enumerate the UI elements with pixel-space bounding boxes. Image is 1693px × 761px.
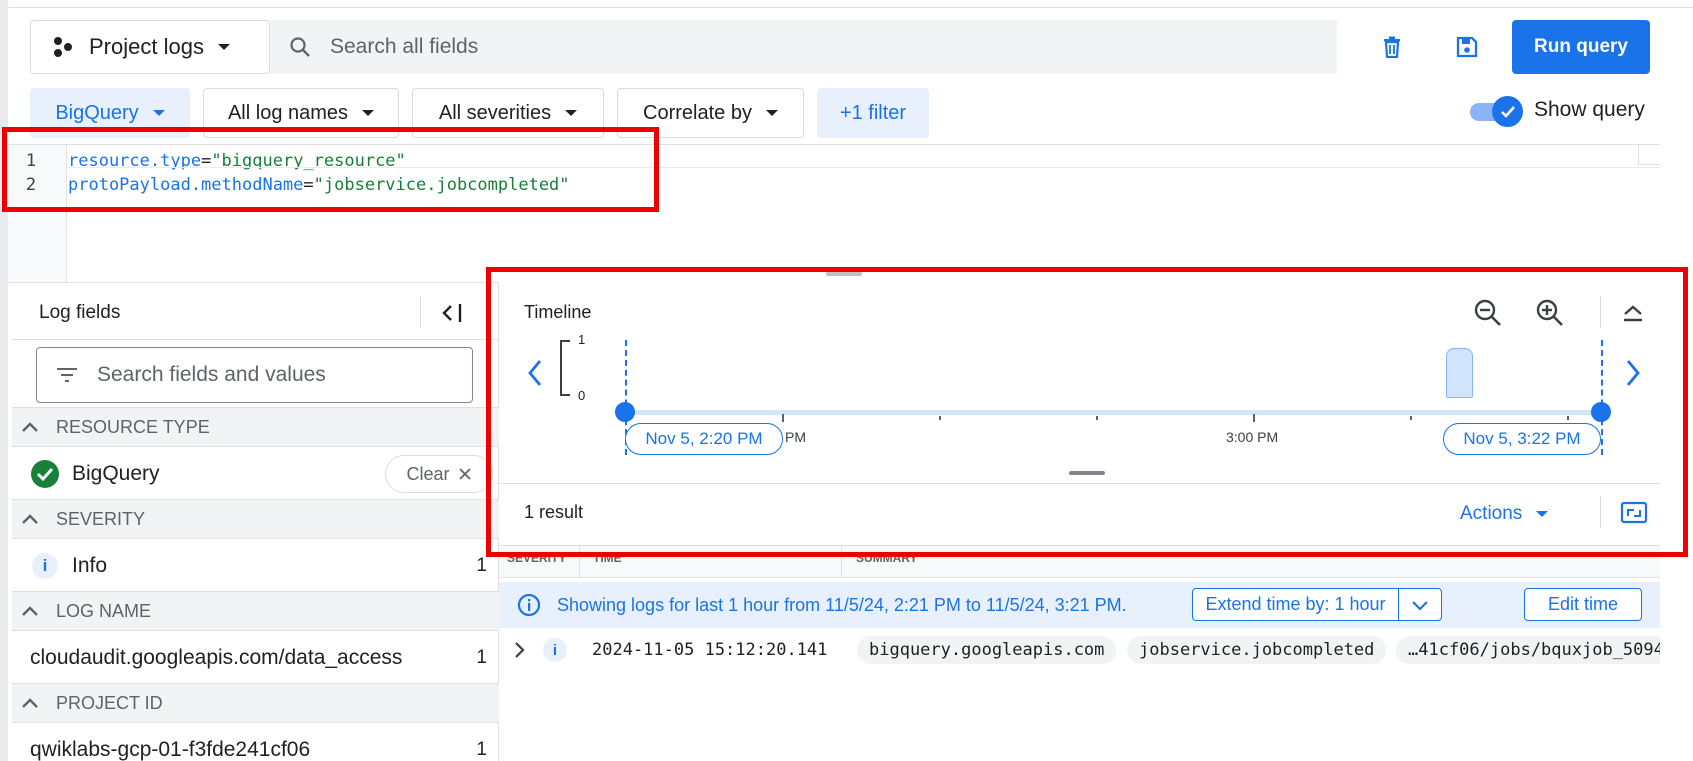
log-fields-title: Log fields	[39, 302, 121, 323]
project-selector[interactable]: Project logs	[30, 20, 270, 74]
summary-chip[interactable]: jobservice.jobcompleted	[1127, 636, 1387, 664]
log-name-row[interactable]: cloudaudit.googleapis.com/data_access 1	[12, 633, 499, 683]
log-names-label: All log names	[227, 101, 349, 124]
banner-text: Showing logs for last 1 hour from 11/5/2…	[557, 594, 1127, 615]
extend-menu-toggle[interactable]	[1399, 599, 1441, 611]
log-name-count: 1	[476, 647, 487, 668]
edit-time-button[interactable]: Edit time	[1524, 588, 1642, 621]
info-outline-icon	[517, 593, 541, 617]
summary-chip[interactable]: bigquery.googleapis.com	[857, 636, 1117, 664]
check-icon	[1500, 105, 1515, 118]
chevron-up-icon	[22, 514, 38, 524]
chevron-down-icon	[152, 110, 165, 116]
resource-type-row[interactable]: BigQuery Clear	[12, 449, 499, 499]
run-query-button[interactable]: Run query	[1512, 20, 1650, 74]
log-timestamp: 2024-11-05 15:12:20.141	[592, 640, 828, 660]
run-query-label: Run query	[1534, 36, 1628, 57]
resource-type-section-header[interactable]: RESOURCE TYPE	[12, 407, 499, 447]
expand-row-button[interactable]	[512, 640, 528, 660]
project-id-value: qwiklabs-gcp-01-f3fde241cf06	[30, 738, 311, 761]
chevron-up-icon	[22, 422, 38, 432]
save-button[interactable]	[1452, 32, 1482, 62]
check-circle-icon	[31, 460, 59, 488]
show-query-label: Show query	[1534, 98, 1645, 121]
search-placeholder: Search all fields	[330, 35, 479, 58]
method-chip-text: jobservice.jobcompleted	[1139, 640, 1375, 660]
log-name-section-header[interactable]: LOG NAME	[12, 591, 499, 631]
more-filter-label: +1 filter	[839, 101, 907, 124]
severity-row[interactable]: i Info 1	[12, 541, 499, 591]
info-icon: i	[32, 553, 58, 579]
log-name-value: cloudaudit.googleapis.com/data_access	[30, 646, 403, 669]
chevron-up-icon	[22, 698, 38, 708]
extend-time-button[interactable]: Extend time by: 1 hour	[1192, 588, 1442, 621]
summary-chip[interactable]: …41cf06/jobs/bquxjob_5094b	[1396, 636, 1660, 664]
project-label: Project logs	[89, 34, 204, 59]
show-query-toggle[interactable]	[1470, 96, 1524, 127]
filter-icon	[57, 368, 77, 382]
editor-scrollbar[interactable]	[1638, 145, 1660, 165]
close-icon	[458, 468, 471, 480]
save-icon	[1456, 36, 1478, 58]
info-severity-icon: i	[543, 638, 567, 662]
project-icon	[54, 37, 72, 57]
chevron-right-icon	[515, 642, 525, 658]
collapse-left-icon	[442, 304, 462, 322]
service-chip-text: bigquery.googleapis.com	[869, 640, 1105, 660]
project-id-row[interactable]: qwiklabs-gcp-01-f3fde241cf06 1	[12, 725, 499, 761]
project-id-section-header[interactable]: PROJECT ID	[12, 683, 499, 723]
more-filter-chip[interactable]: +1 filter	[817, 88, 929, 138]
field-search-input[interactable]: Search fields and values	[36, 347, 473, 403]
clear-chip[interactable]: Clear	[385, 455, 493, 493]
chevron-down-icon	[565, 110, 578, 116]
delete-button[interactable]	[1377, 32, 1407, 62]
window-edge	[0, 0, 8, 761]
toggle-knob	[1492, 96, 1523, 127]
top-border	[8, 0, 1693, 8]
severities-label: All severities	[438, 101, 552, 124]
severity-section-header[interactable]: SEVERITY	[12, 499, 499, 539]
chevron-down-icon	[217, 44, 230, 50]
severity-value: Info	[72, 554, 108, 577]
resource-filter-label: BigQuery	[55, 101, 139, 124]
chevron-down-icon	[362, 110, 375, 116]
timeline-highlight-box	[486, 267, 1688, 557]
panel-divider	[420, 296, 421, 328]
section-title: SEVERITY	[56, 508, 146, 529]
collapse-panel-button[interactable]	[437, 299, 467, 327]
section-title: PROJECT ID	[56, 692, 163, 713]
trash-icon	[1384, 36, 1400, 58]
chevron-up-icon	[22, 606, 38, 616]
field-search-placeholder: Search fields and values	[97, 363, 326, 386]
project-id-count: 1	[476, 739, 487, 760]
chevron-down-icon	[765, 110, 778, 116]
resource-value: BigQuery	[72, 462, 160, 485]
query-highlight-box	[2, 127, 659, 212]
severity-count: 1	[476, 555, 487, 576]
correlate-label: Correlate by	[643, 101, 752, 124]
section-title: RESOURCE TYPE	[56, 416, 210, 437]
info-banner: Showing logs for last 1 hour from 11/5/2…	[499, 582, 1660, 628]
log-fields-divider	[12, 339, 499, 340]
chevron-down-icon	[1412, 600, 1428, 611]
clear-label: Clear	[406, 463, 450, 484]
search-icon	[290, 37, 310, 57]
section-title: LOG NAME	[56, 600, 152, 621]
resource-chip-text: …41cf06/jobs/bquxjob_5094b	[1408, 640, 1660, 660]
extend-time-label: Extend time by: 1 hour	[1205, 594, 1386, 614]
edit-time-label: Edit time	[1547, 594, 1619, 614]
search-bar[interactable]: Search all fields	[270, 20, 1337, 74]
